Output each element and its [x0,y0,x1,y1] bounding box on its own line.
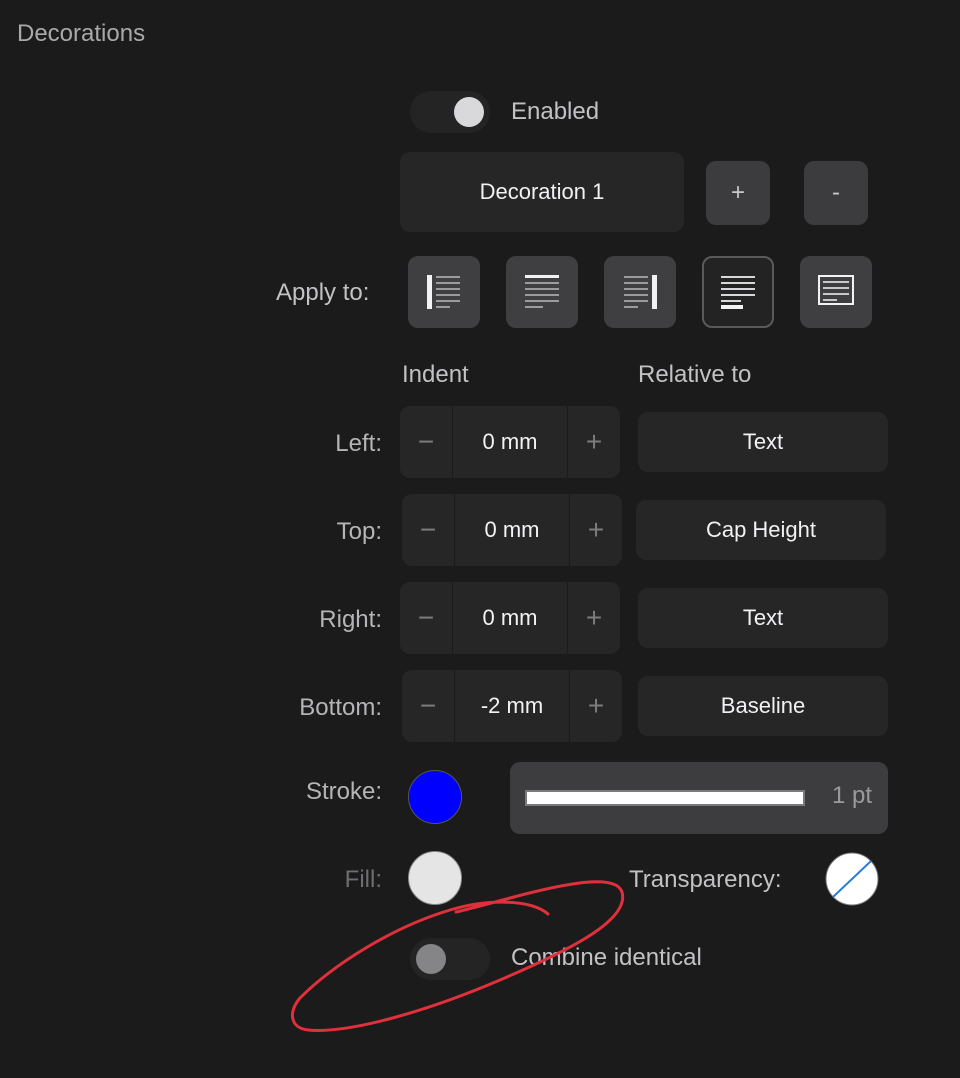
annotation-ellipse [291,880,625,1032]
stroke-color-swatch[interactable] [408,770,462,824]
right-indent-value[interactable]: 0 mm [452,582,568,654]
apply-to-label: Apply to: [276,279,370,306]
bottom-indent-value[interactable]: -2 mm [454,670,570,742]
no-transparency-icon [825,852,879,906]
right-indent-stepper[interactable]: − 0 mm + [400,582,620,654]
right-border-icon [624,275,657,309]
bottom-increment-button[interactable]: + [570,670,622,742]
left-indent-value[interactable]: 0 mm [452,406,568,478]
apply-left-border-button[interactable] [408,256,480,328]
section-title: Decorations [17,20,146,47]
left-border-icon [427,275,460,309]
left-relative-select[interactable]: Text [638,412,888,472]
apply-bottom-border-button[interactable] [702,256,774,328]
left-indent-stepper[interactable]: − 0 mm + [400,406,620,478]
right-relative-select[interactable]: Text [638,588,888,648]
bottom-label: Bottom: [299,694,382,721]
enabled-toggle[interactable] [410,91,490,133]
top-indent-value[interactable]: 0 mm [454,494,570,566]
stroke-width-value: 1 pt [831,782,872,809]
stroke-width-preview [525,790,805,806]
transparency-label: Transparency: [629,866,782,893]
bottom-decrement-button[interactable]: − [402,670,454,742]
bottom-relative-select[interactable]: Baseline [638,676,888,736]
indent-header: Indent [402,361,469,388]
transparency-swatch[interactable] [824,851,880,907]
stroke-label: Stroke: [305,778,382,805]
box-border-icon [818,275,854,305]
stroke-width-slider[interactable]: 1 pt [510,762,888,834]
apply-right-border-button[interactable] [604,256,676,328]
top-indent-stepper[interactable]: − 0 mm + [402,494,622,566]
top-decrement-button[interactable]: − [402,494,454,566]
top-relative-select[interactable]: Cap Height [636,500,886,560]
apply-paragraph-button[interactable] [506,256,578,328]
left-increment-button[interactable]: + [568,406,620,478]
paragraph-lines-icon [525,275,559,308]
right-increment-button[interactable]: + [568,582,620,654]
apply-box-border-button[interactable] [800,256,872,328]
bottom-border-icon [721,276,755,309]
enabled-label: Enabled [511,98,600,125]
toggle-knob [454,97,484,127]
top-increment-button[interactable]: + [570,494,622,566]
left-label: Left: [335,430,382,457]
relative-to-header: Relative to [638,361,752,388]
top-label: Top: [336,518,382,545]
bottom-indent-stepper[interactable]: − -2 mm + [402,670,622,742]
right-label: Right: [319,606,382,633]
add-decoration-button[interactable]: + [706,161,770,225]
decoration-selector[interactable]: Decoration 1 [400,152,684,232]
left-decrement-button[interactable]: − [400,406,452,478]
right-decrement-button[interactable]: − [400,582,452,654]
remove-decoration-button[interactable]: - [804,161,868,225]
